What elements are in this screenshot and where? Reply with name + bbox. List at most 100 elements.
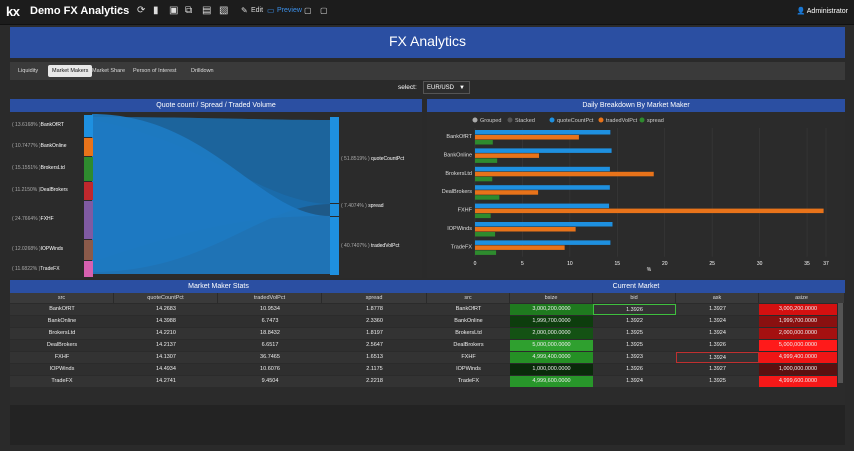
grid-icon[interactable]: ▤ — [202, 5, 211, 16]
column-header[interactable]: bsize — [510, 293, 593, 303]
column-header[interactable]: src — [427, 293, 510, 303]
bar-tradedvolpct-iopwinds[interactable] — [475, 227, 576, 232]
table-row[interactable]: BankOnline 14.3988 6.7473 2.3360 — [10, 316, 427, 327]
table-row[interactable]: TradeFX 4,999,600.0000 1.3924 1.3925 4,999,6… — [427, 376, 837, 387]
preview-button[interactable]: Preview — [277, 7, 302, 14]
preview-icon[interactable]: ▭ — [267, 6, 275, 15]
table-row[interactable]: FXHF 4,999,400.0000 1.3923 1.3924 4,999,400.… — [427, 352, 837, 363]
column-header[interactable]: asize — [759, 293, 845, 303]
caret-down-icon: ▼ — [459, 85, 465, 91]
bar-spread-bankonline[interactable] — [475, 158, 498, 163]
table-row[interactable]: BankOfRT 3,000,200.0000 1.3926 1.3927 3,000,… — [427, 304, 837, 315]
table-row[interactable]: IOPWinds 14.4934 10.6076 2.1175 — [10, 364, 427, 375]
sankey-right-nodes — [330, 117, 339, 275]
legend-spread: spread — [647, 118, 664, 124]
column-header[interactable]: ask — [676, 293, 759, 303]
column-header[interactable]: bid — [593, 293, 676, 303]
table-cell: 1,999,700.0000 — [759, 316, 837, 327]
currency-pair-select[interactable]: EUR/USD ▼ — [423, 81, 470, 94]
tab-person-of-interest[interactable]: Person of Interest — [129, 65, 180, 77]
node-dealbrokers — [84, 182, 93, 200]
column-header[interactable]: src — [10, 293, 114, 303]
breakdown-panel: Grouped Stacked quoteCountPct tradedVolP… — [427, 112, 845, 278]
tab-bar: Liquidity Market Makers Market Share Per… — [10, 62, 845, 80]
category-label: IOPWinds — [447, 226, 472, 232]
bar-tradedvolpct-bankonline[interactable] — [475, 153, 540, 158]
x-tick-label: 25 — [709, 261, 715, 267]
column-header[interactable]: spread — [322, 293, 427, 303]
table-cell: 1.3926 — [626, 366, 643, 372]
x-tick-label: 5 — [521, 261, 524, 267]
table-row[interactable]: FXHF 14.1307 36.7465 1.6513 — [10, 352, 427, 363]
bar-quotecountpct-bankofrt[interactable] — [475, 130, 611, 135]
tab-market-makers[interactable]: Market Makers — [48, 65, 93, 77]
user-menu[interactable]: 👤 Administrator — [796, 7, 848, 15]
column-header[interactable]: quoteCountPct — [114, 293, 218, 303]
table-cell: 1.3924 — [709, 318, 726, 324]
bar-spread-tradefx[interactable] — [475, 250, 497, 255]
left-node-label: ( 13.6168% )BankOfRT — [12, 122, 64, 128]
fullscreen-icon[interactable]: ▢ — [320, 6, 328, 15]
table-cell: 14.2137 — [156, 342, 176, 348]
table-row[interactable]: BrokersLtd 2,000,000.0000 1.3925 1.3924 2,00… — [427, 328, 837, 339]
edit-icon[interactable]: ✎ — [241, 6, 248, 15]
table-row[interactable]: IOPWinds 1,000,000.0000 1.3926 1.3927 1,000,… — [427, 364, 837, 375]
copy-icon[interactable]: ⧉ — [185, 5, 192, 16]
title-banner: FX Analytics — [10, 27, 845, 58]
bar-spread-fxhf[interactable] — [475, 213, 491, 219]
tab-liquidity[interactable]: Liquidity — [14, 65, 42, 77]
bar-quotecountpct-brokersltd[interactable] — [475, 166, 610, 172]
stacked-radio — [507, 117, 513, 123]
table-row[interactable]: DealBrokers 5,000,000.0000 1.3925 1.3926 5,0… — [427, 340, 837, 351]
chevron-down-icon[interactable]: ▾ — [118, 5, 122, 13]
bar-spread-iopwinds[interactable] — [475, 232, 496, 237]
bar-quotecountpct-fxhf[interactable] — [475, 203, 610, 209]
chart-bars — [475, 130, 824, 255]
stats-column-headers: src quoteCountPct tradedVolPct spread — [10, 293, 427, 303]
bar-quotecountpct-bankonline[interactable] — [475, 148, 612, 153]
bar-quotecountpct-tradefx[interactable] — [475, 240, 611, 245]
table-row[interactable]: BrokersLtd 14.2210 18.8432 1.8197 — [10, 328, 427, 339]
market-column-headers: src bsize bid ask asize — [427, 293, 845, 303]
table-cell: 1.8197 — [366, 330, 383, 336]
legend-swatch-tradedvolpct — [598, 117, 604, 123]
tab-market-share[interactable]: Market Share — [88, 65, 129, 77]
x-tick-label: 15 — [615, 261, 621, 267]
table-cell: DealBrokers — [453, 342, 484, 348]
table-cell: 3,000,200.0000 — [759, 304, 837, 315]
table-row[interactable]: TradeFX 14.2741 9.4504 2.2218 — [10, 376, 427, 387]
market-header: Current Market — [427, 280, 845, 293]
bar-spread-dealbrokers[interactable] — [475, 195, 500, 200]
bar-quotecountpct-iopwinds[interactable] — [475, 222, 613, 227]
table-cell: 1.3925 — [709, 378, 726, 384]
table-cell: 14.3988 — [156, 318, 176, 324]
export-icon[interactable]: ▧ — [219, 5, 228, 16]
table-row[interactable]: DealBrokers 14.2137 6.6517 2.5647 — [10, 340, 427, 351]
bar-quotecountpct-dealbrokers[interactable] — [475, 185, 610, 190]
legend-swatch-quotecountpct — [549, 117, 555, 123]
table-cell: 1.3924 — [626, 378, 643, 384]
table-scrollbar[interactable] — [838, 303, 843, 383]
window-icon[interactable]: ▢ — [304, 6, 312, 15]
category-label: TradeFX — [451, 244, 473, 250]
table-row[interactable]: BankOnline 1,999,700.0000 1.3922 1.3924 1,99… — [427, 316, 837, 327]
bar-spread-bankofrt[interactable] — [475, 140, 493, 145]
bar-tradedvolpct-brokersltd[interactable] — [475, 171, 654, 177]
left-node-label: ( 24.7664% )FXHF — [12, 216, 54, 222]
bar-tradedvolpct-bankofrt[interactable] — [475, 135, 579, 140]
left-node-label: ( 12.0268% )IOPWinds — [12, 246, 64, 252]
new-document-icon[interactable]: ▮ — [153, 5, 159, 16]
bar-tradedvolpct-tradefx[interactable] — [475, 245, 565, 250]
bar-spread-brokersltd[interactable] — [475, 176, 493, 182]
save-icon[interactable]: ▣ — [169, 5, 178, 16]
edit-button[interactable]: Edit — [251, 7, 263, 14]
node-bankonline — [84, 138, 93, 156]
sankey-flows — [92, 114, 330, 274]
table-row[interactable]: BankOfRT 14.2683 10.9534 1.8778 — [10, 304, 427, 315]
bar-tradedvolpct-dealbrokers[interactable] — [475, 190, 539, 195]
tab-drilldown[interactable]: Drilldown — [187, 65, 218, 77]
column-header[interactable]: tradedVolPct — [218, 293, 322, 303]
refresh-icon[interactable]: ⟳ — [137, 5, 145, 16]
bar-tradedvolpct-fxhf[interactable] — [475, 208, 824, 214]
app-title[interactable]: Demo FX Analytics — [30, 5, 129, 17]
